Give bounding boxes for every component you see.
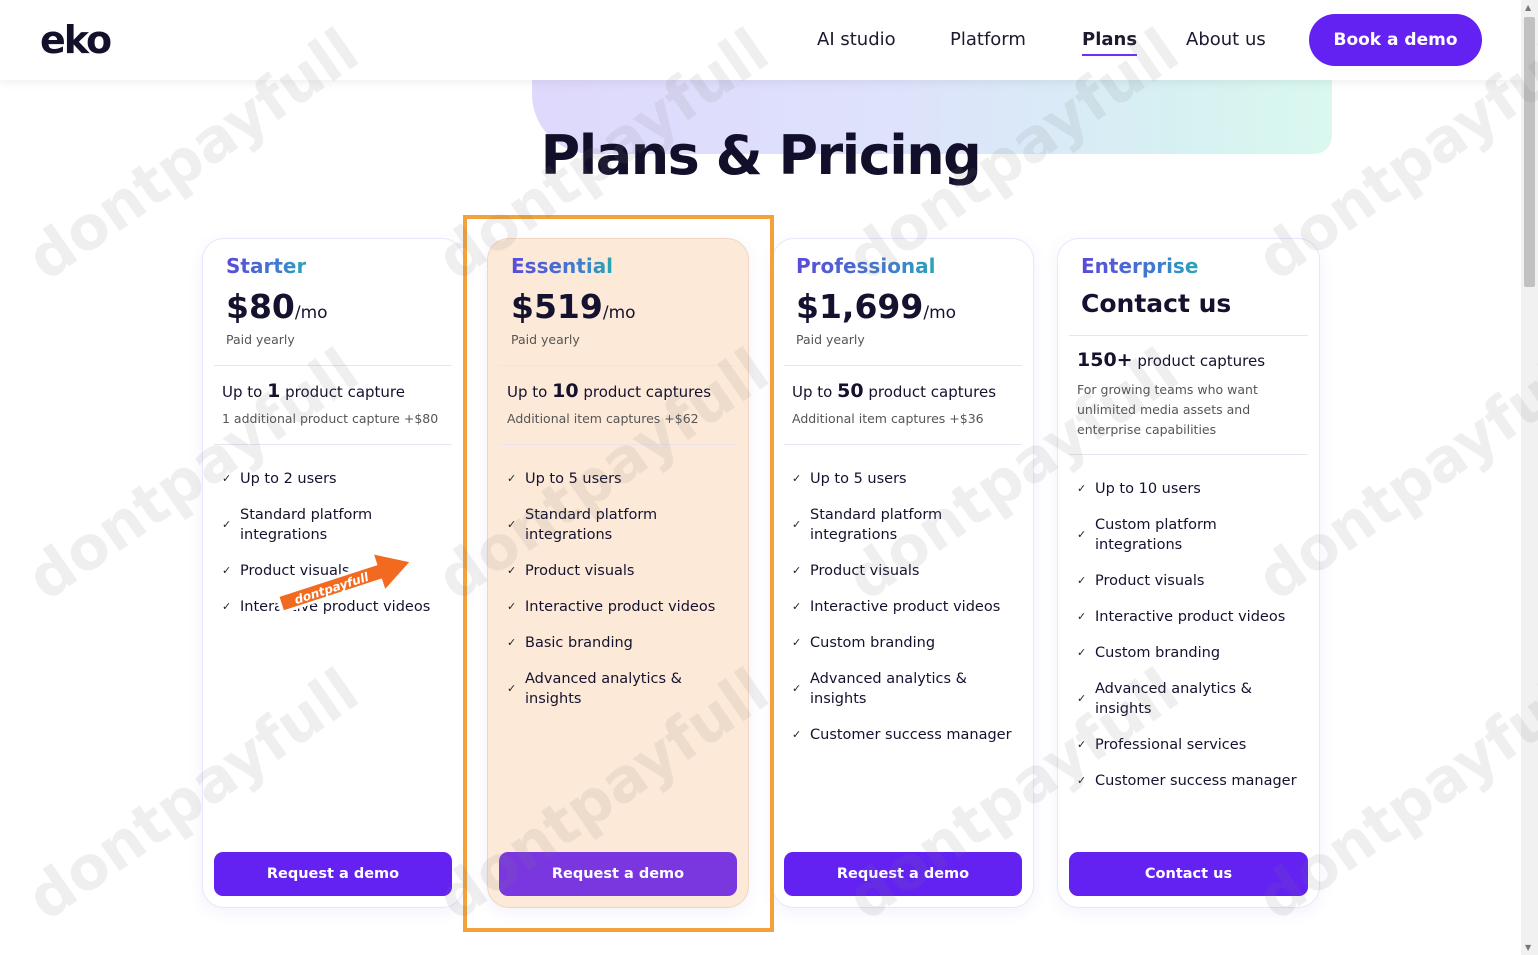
- plan-name: Essential: [511, 254, 614, 278]
- check-icon: ✓: [1077, 692, 1087, 705]
- feature-item: ✓ Interactive product videos: [1077, 609, 1286, 625]
- plan-card-essential: Essential $519/mo Paid yearly Up to 10 p…: [487, 238, 749, 908]
- feature-item: ✓ Interactive product videos: [507, 599, 716, 615]
- feature-item: ✓ Custom branding: [1077, 645, 1221, 661]
- plan-price: $1,699/mo: [796, 287, 957, 326]
- check-icon: ✓: [222, 518, 232, 531]
- check-icon: ✓: [792, 728, 802, 741]
- arrow-sticker-icon: dontpayfull: [274, 549, 415, 614]
- scroll-thumb[interactable]: [1524, 17, 1535, 287]
- divider: [499, 365, 737, 366]
- feature-item: ✓ Interactive product videos: [792, 599, 1001, 615]
- check-icon: ✓: [792, 472, 802, 485]
- site-header: eko AI studio Platform Plans About us Bo…: [0, 0, 1521, 80]
- book-demo-button[interactable]: Book a demo: [1309, 14, 1482, 66]
- feature-item: ✓ Standard platform integrations: [507, 507, 658, 543]
- plan-card-enterprise: Enterprise Contact us 150+ product captu…: [1057, 238, 1320, 908]
- check-icon: ✓: [222, 600, 232, 613]
- feature-item: ✓ Up to 5 users: [507, 471, 622, 487]
- check-icon: ✓: [1077, 482, 1087, 495]
- plan-name: Professional: [796, 254, 936, 278]
- check-icon: ✓: [792, 636, 802, 649]
- check-icon: ✓: [1077, 738, 1087, 751]
- plan-price: $80/mo: [226, 287, 328, 326]
- request-demo-button[interactable]: Request a demo: [784, 852, 1022, 896]
- feature-item: ✓ Professional services: [1077, 737, 1247, 753]
- plan-price: $519/mo: [511, 287, 636, 326]
- check-icon: ✓: [792, 564, 802, 577]
- contact-title: Contact us: [1081, 289, 1232, 318]
- feature-item: ✓ Standard platform integrations: [792, 507, 943, 543]
- check-icon: ✓: [507, 472, 517, 485]
- check-icon: ✓: [222, 472, 232, 485]
- feature-item: ✓ Standard platform integrations: [222, 507, 373, 543]
- capture-limit: Up to 1 product capture: [222, 380, 406, 402]
- feature-item: ✓ Custom branding: [792, 635, 936, 651]
- capture-extra: Additional item captures +$62: [507, 411, 699, 426]
- divider: [784, 365, 1022, 366]
- capture-limit: Up to 50 product captures: [792, 380, 997, 402]
- divider: [214, 444, 452, 445]
- nav-platform[interactable]: Platform: [950, 29, 1026, 50]
- check-icon: ✓: [792, 600, 802, 613]
- check-icon: ✓: [507, 518, 517, 531]
- feature-item: ✓ Product visuals: [792, 563, 920, 579]
- divider: [499, 444, 737, 445]
- capture-limit: 150+ product captures: [1077, 349, 1266, 371]
- contact-us-button[interactable]: Contact us: [1069, 852, 1308, 896]
- feature-item: ✓ Custom platform integrations: [1077, 517, 1217, 553]
- scroll-up-icon[interactable]: ▲: [1525, 3, 1531, 12]
- divider: [1069, 335, 1308, 336]
- capture-extra: 1 additional product capture +$80: [222, 411, 439, 426]
- page-title: Plans & Pricing: [540, 124, 982, 187]
- page-scrollbar[interactable]: ▲ ▼: [1521, 0, 1538, 955]
- check-icon: ✓: [507, 564, 517, 577]
- feature-list: ✓ Up to 10 users ✓ Custom platform integra…: [1077, 479, 1307, 807]
- request-demo-button[interactable]: Request a demo: [214, 852, 452, 896]
- eko-logo[interactable]: eko: [40, 18, 112, 62]
- billing-note: Paid yearly: [511, 332, 580, 347]
- plan-name: Starter: [226, 254, 307, 278]
- check-icon: ✓: [507, 636, 517, 649]
- feature-list: ✓ Up to 5 users ✓ Standard platform integr…: [507, 469, 737, 725]
- nav-plans[interactable]: Plans: [1082, 29, 1138, 56]
- divider: [1069, 454, 1308, 455]
- feature-item: ✓ Basic branding: [507, 635, 633, 651]
- check-icon: ✓: [1077, 574, 1087, 587]
- capture-extra: Additional item captures +$36: [792, 411, 984, 426]
- check-icon: ✓: [507, 682, 517, 695]
- check-icon: ✓: [1077, 774, 1087, 787]
- request-demo-button[interactable]: Request a demo: [499, 852, 737, 896]
- check-icon: ✓: [507, 600, 517, 613]
- feature-item: ✓ Product visuals: [507, 563, 635, 579]
- feature-item: ✓ Customer success manager: [1077, 773, 1297, 789]
- divider: [214, 365, 452, 366]
- feature-item: ✓ Customer success manager: [792, 727, 1012, 743]
- feature-list: ✓ Up to 5 users ✓ Standard platform integr…: [792, 469, 1022, 761]
- check-icon: ✓: [1077, 528, 1087, 541]
- capture-limit: Up to 10 product captures: [507, 380, 712, 402]
- feature-item: ✓ Advanced analytics & insights: [792, 671, 967, 707]
- plan-description: For growing teams who want unlimited med…: [1077, 382, 1258, 437]
- plan-name: Enterprise: [1081, 254, 1199, 278]
- feature-item: ✓ Advanced analytics & insights: [507, 671, 682, 707]
- plan-card-professional: Professional $1,699/mo Paid yearly Up to…: [772, 238, 1034, 908]
- nav-ai-studio[interactable]: AI studio: [817, 29, 896, 50]
- check-icon: ✓: [222, 564, 232, 577]
- feature-item: ✓ Up to 5 users: [792, 471, 907, 487]
- divider: [784, 444, 1022, 445]
- check-icon: ✓: [792, 682, 802, 695]
- check-icon: ✓: [1077, 646, 1087, 659]
- billing-note: Paid yearly: [796, 332, 865, 347]
- check-icon: ✓: [792, 518, 802, 531]
- feature-item: ✓ Advanced analytics & insights: [1077, 681, 1252, 717]
- feature-item: ✓ Product visuals: [1077, 573, 1205, 589]
- feature-item: ✓ Up to 10 users: [1077, 481, 1201, 497]
- nav-about-us[interactable]: About us: [1186, 29, 1266, 50]
- billing-note: Paid yearly: [226, 332, 295, 347]
- scroll-down-icon[interactable]: ▼: [1525, 943, 1531, 952]
- feature-item: ✓ Up to 2 users: [222, 471, 337, 487]
- check-icon: ✓: [1077, 610, 1087, 623]
